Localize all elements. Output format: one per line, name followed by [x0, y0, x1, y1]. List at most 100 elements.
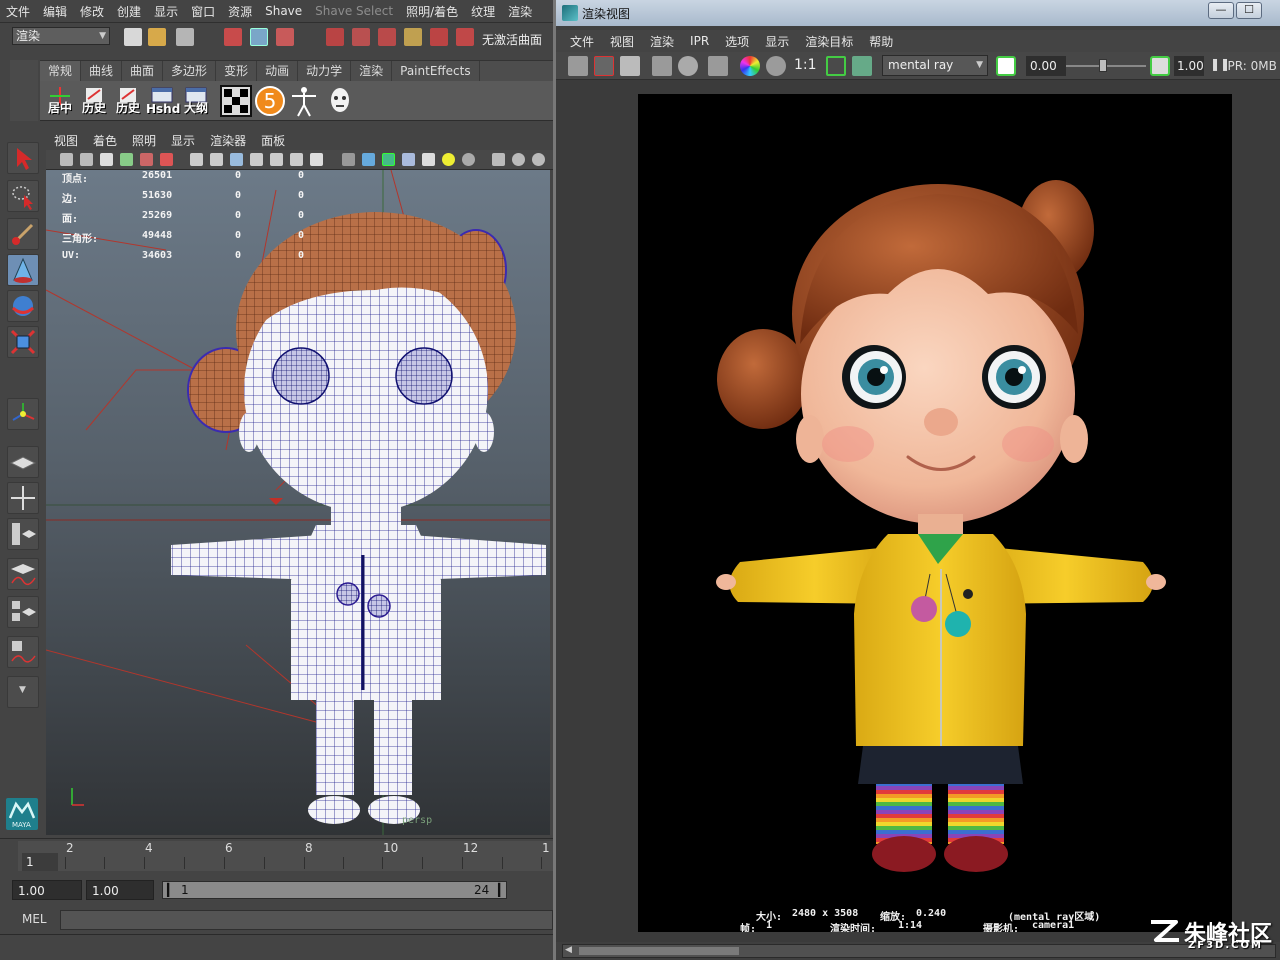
menu-set-select[interactable]: 渲染 ▼ [12, 27, 110, 45]
rv-menu-file[interactable]: 文件 [570, 33, 594, 50]
range-slider-handle-icon[interactable]: ▎ [167, 883, 176, 897]
ipr-render-icon[interactable] [652, 56, 672, 76]
shelf-center-pivot-button[interactable]: 居中 [44, 85, 76, 117]
menu-edit[interactable]: 编辑 [43, 3, 67, 20]
shelf-delete-non-deformer-history-button[interactable]: 历史 [112, 85, 144, 117]
render-view-hscrollbar[interactable]: ◀ [562, 944, 1276, 958]
shelf-delete-history-button[interactable]: 历史 [78, 85, 110, 117]
field-chart-icon[interactable] [270, 153, 283, 166]
layout-four-button[interactable] [7, 482, 39, 514]
minimize-button[interactable]: — [1208, 2, 1234, 19]
scroll-left-icon[interactable]: ◀ [565, 945, 572, 955]
safe-action-icon[interactable] [290, 153, 303, 166]
move-tool-button[interactable] [7, 254, 39, 286]
exposure-icon[interactable] [996, 56, 1016, 76]
select-component-icon[interactable] [276, 28, 294, 46]
renderer-select[interactable]: mental ray ▼ [882, 55, 988, 76]
rv-menu-help[interactable]: 帮助 [869, 33, 893, 50]
menu-display[interactable]: 显示 [154, 3, 178, 20]
menu-lighting-shading[interactable]: 照明/着色 [406, 3, 458, 20]
render-region-icon[interactable] [594, 56, 614, 76]
panel-menu-panels[interactable]: 面板 [261, 132, 285, 149]
grid-icon[interactable] [190, 153, 203, 166]
rv-menu-ipr[interactable]: IPR [690, 34, 709, 48]
shelf-tab-dynamics[interactable]: 动力学 [298, 61, 352, 81]
layout-graph-split-button[interactable] [7, 636, 39, 668]
magnet-icon[interactable] [456, 28, 474, 46]
display-rgb-icon[interactable] [740, 56, 760, 76]
camera-select-icon[interactable] [60, 153, 73, 166]
xray-icon[interactable] [402, 153, 415, 166]
rv-menu-render[interactable]: 渲染 [650, 33, 674, 50]
layout-single-button[interactable] [7, 446, 39, 478]
menu-file[interactable]: 文件 [6, 3, 30, 20]
smooth-shade-icon[interactable] [362, 153, 375, 166]
render-sequence-icon[interactable] [708, 56, 728, 76]
textured-icon[interactable] [422, 153, 435, 166]
time-slider[interactable]: 1 2 4 6 8 10 12 1 [0, 838, 553, 874]
command-input[interactable] [60, 910, 553, 930]
display-alpha-icon[interactable] [766, 56, 786, 76]
shadows-icon[interactable] [462, 153, 475, 166]
panel-menu-show[interactable]: 显示 [171, 132, 195, 149]
gamma-field[interactable]: 1.00 [1174, 56, 1204, 76]
paint-select-tool-button[interactable] [7, 218, 39, 250]
film-gate-icon[interactable] [210, 153, 223, 166]
range-slider-handle-icon[interactable]: ▎ [498, 883, 507, 897]
grease-pencil-icon[interactable] [160, 153, 173, 166]
shelf-tab-surfaces[interactable]: 曲面 [122, 61, 164, 81]
menu-create[interactable]: 创建 [117, 3, 141, 20]
menu-texturing[interactable]: 纹理 [471, 3, 495, 20]
remove-image-icon[interactable] [852, 56, 872, 76]
shelf-tab-general[interactable]: 常规 [40, 61, 82, 81]
shelf-hypershade-button[interactable]: Hshd [146, 85, 180, 117]
select-object-icon[interactable] [250, 28, 268, 46]
rv-menu-render-target[interactable]: 渲染目标 [805, 33, 853, 50]
resolution-gate-icon[interactable] [230, 153, 243, 166]
shelf-skeleton-button[interactable] [288, 85, 320, 117]
save-scene-icon[interactable] [176, 28, 194, 46]
menu-modify[interactable]: 修改 [80, 3, 104, 20]
range-slider[interactable]: ▎ 1 24 ▎ [162, 881, 507, 899]
command-language-button[interactable]: MEL [22, 912, 47, 926]
shelf-plugin-5-button[interactable]: 5 [254, 85, 286, 117]
use-all-lights-icon[interactable] [442, 153, 455, 166]
exposure-field[interactable]: 0.00 [1026, 56, 1066, 76]
panel-menu-shading[interactable]: 着色 [93, 132, 117, 149]
safe-title-icon[interactable] [310, 153, 323, 166]
select-hierarchy-icon[interactable] [224, 28, 242, 46]
shelf-side-controls[interactable] [10, 60, 38, 121]
gamma-icon[interactable] [1150, 56, 1170, 76]
maximize-button[interactable]: ☐ [1236, 2, 1262, 19]
shelf-tab-deformation[interactable]: 变形 [216, 61, 258, 81]
layout-outliner-button[interactable] [7, 518, 39, 550]
snap-curve-icon[interactable] [352, 28, 370, 46]
open-scene-icon[interactable] [148, 28, 166, 46]
new-scene-icon[interactable] [124, 28, 142, 46]
menu-shave[interactable]: Shave [265, 4, 302, 18]
menu-assets[interactable]: 资源 [228, 3, 252, 20]
real-size-button[interactable]: 1:1 [794, 57, 817, 73]
snap-grid-icon[interactable] [326, 28, 344, 46]
layout-graph-button[interactable] [7, 558, 39, 590]
redo-render-icon[interactable] [568, 56, 588, 76]
menu-render[interactable]: 渲染 [508, 3, 532, 20]
lasso-tool-button[interactable] [7, 180, 39, 212]
snap-view-plane-icon[interactable] [404, 28, 422, 46]
gate-mask-icon[interactable] [250, 153, 263, 166]
shelf-checker-button[interactable] [220, 85, 252, 117]
panel-menu-renderer[interactable]: 渲染器 [210, 132, 246, 149]
image-plane-icon[interactable] [120, 153, 133, 166]
select-tool-button[interactable] [7, 142, 39, 174]
shelf-face-button[interactable] [324, 85, 356, 117]
make-live-icon[interactable] [430, 28, 448, 46]
shelf-tab-rendering[interactable]: 渲染 [351, 61, 393, 81]
2d-pan-zoom-icon[interactable] [140, 153, 153, 166]
manipulator-tool-button[interactable] [7, 398, 39, 430]
layout-dropdown-button[interactable]: ▼ [7, 676, 39, 708]
panel-menu-lighting[interactable]: 照明 [132, 132, 156, 149]
xray-joints-icon[interactable] [512, 153, 525, 166]
start-time-field[interactable]: 1.00 [12, 880, 82, 900]
rv-menu-options[interactable]: 选项 [725, 33, 749, 50]
playback-start-field[interactable]: 1.00 [86, 880, 154, 900]
